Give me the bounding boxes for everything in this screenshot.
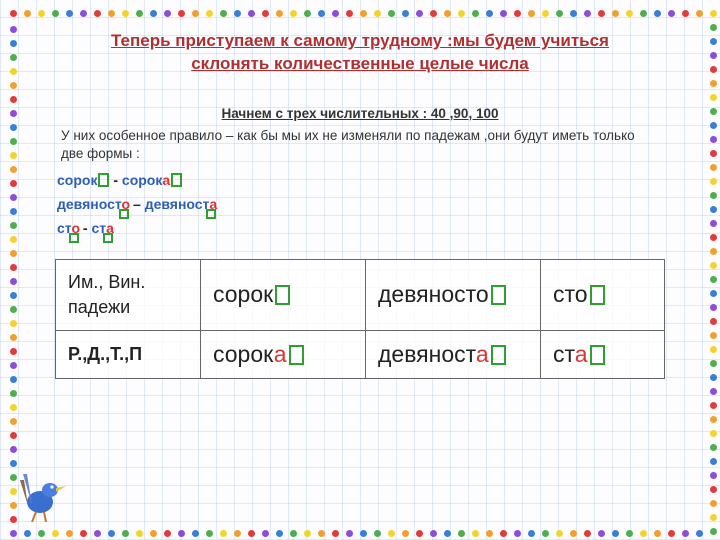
ending-box-icon bbox=[98, 173, 109, 187]
subtitle: Начнем с трех числительных : 40 ,90, 100 bbox=[55, 106, 665, 121]
title-line-1: Теперь приступаем к самому трудному :мы … bbox=[111, 31, 609, 50]
forms-list: сорок - сорока девяносто – девяноста сто… bbox=[55, 169, 665, 240]
ending-box-icon bbox=[491, 285, 506, 305]
cell-sorok-nom: сорок bbox=[213, 281, 273, 307]
separator: – bbox=[133, 196, 145, 212]
word-devyanosto-nom-stem: девяност bbox=[57, 196, 122, 212]
title-line-2: склонять количественные целые числа bbox=[191, 54, 529, 73]
case-other: Р.,Д.,Т.,П bbox=[68, 342, 188, 367]
declension-table: Им., Вин. падежи сорок девяносто сто Р.,… bbox=[55, 259, 665, 379]
cell-sorok-gen: сорока bbox=[213, 341, 287, 367]
cell-devyanosto-nom: девяносто bbox=[378, 281, 489, 307]
ending-box-icon bbox=[171, 173, 182, 187]
ending-box-icon bbox=[491, 345, 506, 365]
ending-box-icon bbox=[69, 233, 79, 243]
word-sorok-gen-end: а bbox=[162, 172, 170, 188]
form-row-2: девяносто – девяноста bbox=[57, 193, 665, 217]
ending-box-icon bbox=[103, 233, 113, 243]
form-row-1: сорок - сорока bbox=[57, 169, 665, 193]
slide-content: Теперь приступаем к самому трудному :мы … bbox=[55, 30, 665, 379]
separator: - bbox=[113, 172, 122, 188]
ending-box-icon bbox=[275, 285, 290, 305]
table-row: Р.,Д.,Т.,П сорока девяноста ста bbox=[56, 331, 665, 379]
cell-sto-nom: сто bbox=[553, 281, 588, 307]
word-sorok-gen-stem: сорок bbox=[122, 172, 162, 188]
ending-box-icon bbox=[590, 345, 605, 365]
case-nom-acc-b: падежи bbox=[68, 295, 188, 320]
page-title: Теперь приступаем к самому трудному :мы … bbox=[55, 30, 665, 76]
table-row: Им., Вин. падежи сорок девяносто сто bbox=[56, 259, 665, 330]
ending-box-icon bbox=[590, 285, 605, 305]
case-nom-acc-a: Им., Вин. bbox=[68, 270, 188, 295]
cell-sto-gen: ста bbox=[553, 341, 588, 367]
rule-text: У них особенное правило – как бы мы их н… bbox=[55, 127, 665, 163]
word-devyanosto-gen-stem: девяност bbox=[145, 196, 210, 212]
word-sorok-nom: сорок bbox=[57, 172, 97, 188]
cell-devyanosto-gen: девяноста bbox=[378, 341, 489, 367]
bird-icon bbox=[18, 462, 68, 522]
form-row-3: сто - ста bbox=[57, 217, 665, 241]
ending-box-icon bbox=[289, 345, 304, 365]
